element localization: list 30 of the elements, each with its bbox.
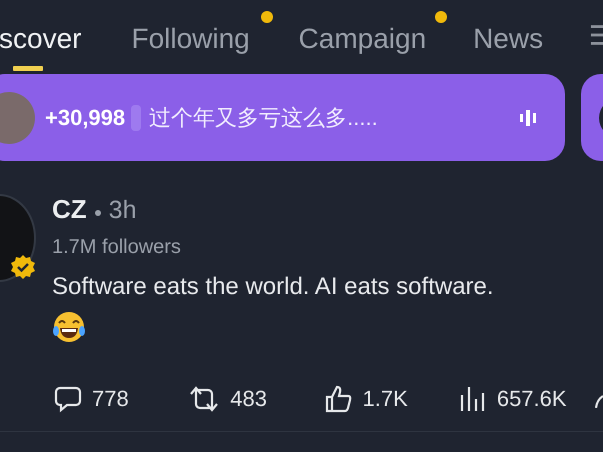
author-name[interactable]: CZ [52, 194, 87, 225]
bar-chart-icon [458, 385, 487, 413]
repost-icon [188, 385, 220, 413]
action-count: 778 [92, 386, 129, 412]
action-count: 483 [230, 386, 267, 412]
action-count: 657.6K [496, 386, 567, 412]
listener-count: +30,998 [45, 104, 126, 130]
follower-count: 1.7M followers [52, 236, 182, 259]
notification-dot [260, 11, 273, 23]
separator-dot [94, 210, 101, 216]
feed-tab[interactable]: Campaign [298, 11, 448, 71]
feed-tab[interactable]: Following [131, 11, 273, 71]
thumbs-up-icon [324, 385, 353, 413]
notification-dot [435, 11, 448, 23]
audio-icon [519, 108, 537, 126]
action-count: 1.7K [362, 386, 408, 412]
feed-tab[interactable]: scover [0, 11, 94, 71]
post-action[interactable]: 778 [54, 385, 188, 413]
tab-underline [13, 66, 43, 71]
laughing-emoji-icon [52, 311, 86, 343]
post-action[interactable]: 1.7K [324, 385, 459, 413]
post-time: 3h [108, 196, 136, 225]
feed-tab[interactable]: News [473, 11, 560, 71]
post-text: Software eats the world. AI eats software. [52, 273, 494, 301]
fade-marker [131, 104, 142, 130]
post-action[interactable]: 657.6K [458, 385, 596, 413]
post-action[interactable]: 483 [188, 385, 325, 413]
live-banner[interactable]: +30,998 过个年又多亏这么多..... [0, 74, 565, 161]
comment-icon [54, 385, 82, 413]
banner-title: 过个年又多亏这么多..... [149, 104, 379, 132]
